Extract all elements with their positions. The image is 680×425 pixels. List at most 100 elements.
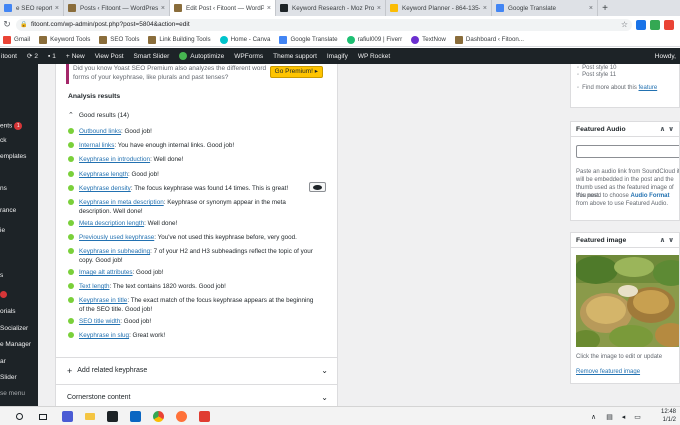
find-more-text: ◦ Find more about this feature <box>577 85 658 91</box>
result-link[interactable]: Keyphrase length <box>79 171 128 178</box>
admin-bar-autoptimize[interactable]: Autoptimize <box>174 52 229 60</box>
add-related-keyphrase-toggle[interactable]: + Add related keyphrase ⌄ <box>56 357 337 383</box>
bookmark-star-icon[interactable]: ☆ <box>621 20 628 29</box>
task-view-icon[interactable] <box>37 411 48 422</box>
menu-item-comments[interactable]: ents 1 <box>0 122 23 130</box>
audio-url-input[interactable] <box>576 145 679 158</box>
box-controls-icon[interactable]: ∧∨ <box>660 125 677 133</box>
address-bar-row: ↻ 🔒 fitoont.com/wp-admin/post.php?post=5… <box>0 16 680 33</box>
search-icon[interactable] <box>14 411 25 422</box>
admin-bar-imagify[interactable]: Imagify <box>322 53 353 60</box>
browser-tab[interactable]: Google Translate × <box>492 0 598 16</box>
admin-bar-wp-rocket[interactable]: WP Rocket <box>353 53 395 60</box>
feature-link[interactable]: feature <box>639 85 658 91</box>
result-link[interactable]: Keyphrase in slug <box>79 332 129 339</box>
extension-icon[interactable] <box>636 19 646 30</box>
url-bar[interactable]: 🔒 fitoont.com/wp-admin/post.php?post=580… <box>16 18 632 31</box>
menu-item-slider[interactable]: Slider <box>0 374 17 381</box>
go-premium-button[interactable]: Go Premium! ▸ <box>269 66 323 78</box>
menu-item-notification[interactable] <box>0 291 7 300</box>
menu-item[interactable]: s <box>0 272 3 279</box>
result-link[interactable]: Text length <box>79 283 109 290</box>
result-link[interactable]: Previously used keyphrase <box>79 234 154 241</box>
collapse-menu[interactable]: se menu <box>0 390 25 397</box>
extension-icon[interactable] <box>664 19 674 30</box>
cornerstone-content-toggle[interactable]: Cornerstone content ⌄ <box>56 384 337 406</box>
post-style-option[interactable]: ◦ Post style 11 <box>577 71 616 79</box>
tab-close-icon[interactable]: × <box>161 5 165 12</box>
bookmark-item[interactable]: Keyword Tools <box>39 35 90 44</box>
admin-bar-site[interactable]: itoont <box>0 53 22 60</box>
menu-item-appearance[interactable]: rance <box>0 207 16 214</box>
tab-close-icon[interactable]: × <box>483 5 487 12</box>
admin-bar-smart-slider[interactable]: Smart Slider <box>129 53 175 60</box>
admin-bar-updates[interactable]: ⟳ 2 <box>22 52 43 61</box>
admin-bar-comments[interactable]: ▪ 1 <box>43 53 61 60</box>
bookmark-item[interactable]: SEO Tools <box>99 35 139 44</box>
bookmark-item[interactable]: TextNow <box>411 35 446 44</box>
browser-tab[interactable]: Posts ‹ Fitoont — WordPress × <box>64 0 170 16</box>
tray-chevron-icon[interactable]: ∧ <box>588 411 599 422</box>
file-explorer-icon[interactable] <box>84 411 95 422</box>
result-link[interactable]: Outbound links <box>79 128 121 135</box>
result-link[interactable]: Keyphrase density <box>79 185 131 192</box>
textnow-icon <box>411 35 420 44</box>
bookmark-item[interactable]: Google Translate <box>279 35 338 44</box>
menu-item[interactable]: ar <box>0 358 6 365</box>
menu-item[interactable]: ns <box>0 185 7 192</box>
chrome-icon[interactable] <box>153 411 164 422</box>
result-link[interactable]: Keyphrase in subheading <box>79 248 150 255</box>
bookmark-item[interactable]: Home - Canva <box>219 35 270 44</box>
featured-image-thumbnail[interactable] <box>576 255 679 347</box>
bookmark-item[interactable]: Gmail <box>3 35 30 44</box>
box-controls-icon[interactable]: ∧∨ <box>660 236 677 244</box>
highlight-keyphrase-button[interactable] <box>309 182 326 192</box>
result-link[interactable]: Image alt attributes <box>79 269 133 276</box>
menu-item[interactable]: ie <box>0 227 5 234</box>
admin-bar-view-post[interactable]: View Post <box>90 53 129 60</box>
menu-item[interactable]: ck <box>0 137 7 144</box>
result-link[interactable]: Internal links <box>79 142 114 149</box>
volume-icon[interactable]: ◂ <box>618 411 629 422</box>
battery-icon[interactable]: ▭ <box>632 411 643 422</box>
tab-close-icon[interactable]: × <box>267 5 271 12</box>
firefox-icon[interactable] <box>176 411 187 422</box>
menu-item-manager[interactable]: e Manager <box>0 341 31 348</box>
admin-bar-wpforms[interactable]: WPForms <box>229 53 268 60</box>
browser-tab[interactable]: Keyword Research - Moz Pro × <box>276 0 386 16</box>
featured-image-header[interactable]: Featured image ∧∨ <box>571 233 679 248</box>
featured-audio-header[interactable]: Featured Audio ∧∨ <box>571 122 679 137</box>
bookmark-item[interactable]: rafiul009 | Fiverr <box>346 35 402 44</box>
mail-icon[interactable] <box>130 411 141 422</box>
remove-featured-image-link[interactable]: Remove featured image <box>576 368 640 376</box>
menu-item-socializer[interactable]: Socializer <box>0 325 28 332</box>
new-tab-button[interactable]: + <box>598 0 612 16</box>
result-link[interactable]: Keyphrase in meta description <box>79 199 164 206</box>
result-link[interactable]: Keyphrase in title <box>79 297 127 304</box>
browser-tab[interactable]: Keyword Planner - 864-135-3 × <box>386 0 492 16</box>
tab-close-icon[interactable]: × <box>589 5 593 12</box>
extension-icon[interactable] <box>650 19 660 30</box>
system-clock[interactable]: 12:48 1/1/2 <box>661 408 676 424</box>
store-icon[interactable] <box>107 411 118 422</box>
tab-close-icon[interactable]: × <box>377 5 381 12</box>
bookmark-item[interactable]: Dashboard ‹ Fitoon... <box>454 35 524 44</box>
menu-item-tutorials[interactable]: orials <box>0 308 16 315</box>
radio-icon: ◦ <box>577 72 580 78</box>
good-results-toggle[interactable]: ⌃ Good results (14) <box>68 111 129 120</box>
admin-bar-account[interactable]: Howdy, <box>655 53 680 60</box>
admin-bar-theme-support[interactable]: Theme support <box>268 53 322 60</box>
result-link[interactable]: SEO title width <box>79 318 120 325</box>
reload-icon[interactable]: ↻ <box>0 19 14 30</box>
bookmark-item[interactable]: Link Building Tools <box>148 35 211 44</box>
menu-item-templates[interactable]: emplates <box>0 153 26 160</box>
browser-tab[interactable]: e SEO report - Google× <box>0 0 64 16</box>
tab-close-icon[interactable]: × <box>55 5 59 12</box>
media-app-icon[interactable] <box>199 411 210 422</box>
browser-tab-active[interactable]: Edit Post ‹ Fitoont — WordPress× <box>170 0 276 16</box>
result-link[interactable]: Keyphrase in introduction <box>79 156 150 163</box>
result-link[interactable]: Meta description length <box>79 220 144 227</box>
teams-icon[interactable] <box>62 411 73 422</box>
network-icon[interactable]: ▤ <box>604 411 615 422</box>
admin-bar-new[interactable]: + New <box>61 53 90 60</box>
